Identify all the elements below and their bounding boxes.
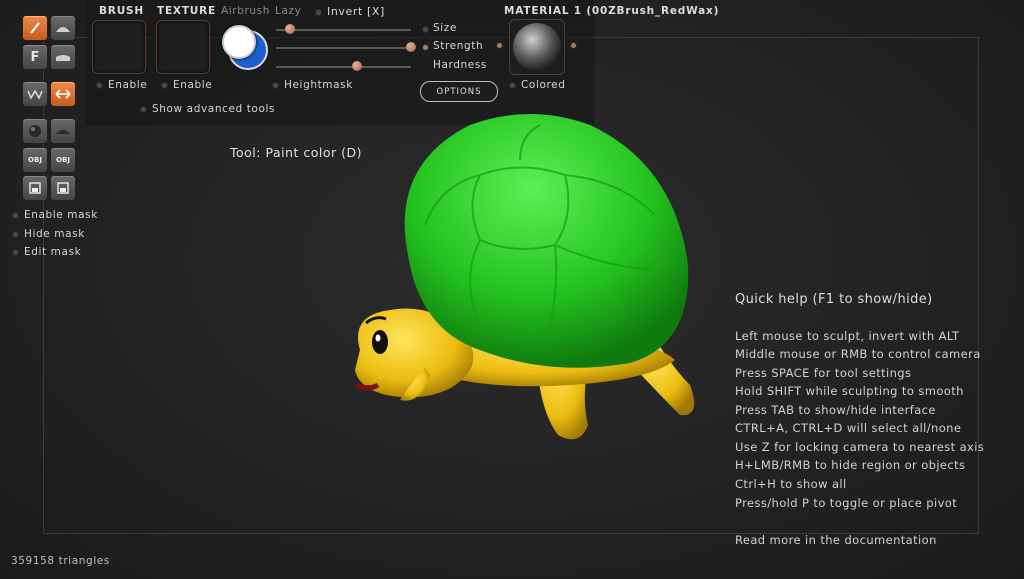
brush-header: BRUSH xyxy=(99,5,144,17)
brush-stroke-icon xyxy=(30,22,40,34)
hide-mask-checkbox[interactable] xyxy=(12,231,19,238)
colored-label: Colored xyxy=(521,79,566,91)
options-button[interactable]: OPTIONS xyxy=(420,81,498,102)
show-advanced-label: Show advanced tools xyxy=(152,103,276,115)
size-label: Size xyxy=(433,22,457,34)
heightmask-label: Heightmask xyxy=(284,79,353,91)
help-line: CTRL+A, CTRL+D will select all/none xyxy=(735,421,962,435)
enable-mask-label: Enable mask xyxy=(24,209,98,221)
mirror-button[interactable] xyxy=(50,81,76,107)
lazy-label[interactable]: Lazy xyxy=(275,5,301,17)
texture-slot[interactable] xyxy=(156,20,210,74)
symmetry-button[interactable] xyxy=(22,81,48,107)
hardness-label: Hardness xyxy=(433,59,487,71)
matcap-sphere-icon xyxy=(513,23,561,71)
save-as-icon xyxy=(57,182,69,194)
save-as-button[interactable] xyxy=(50,175,76,201)
texture-enable-checkbox[interactable] xyxy=(161,82,168,89)
brush-enable-checkbox[interactable] xyxy=(96,82,103,89)
quick-help-title: Quick help (F1 to show/hide) xyxy=(735,292,933,307)
symmetry-icon xyxy=(27,89,43,100)
help-line: Middle mouse or RMB to control camera xyxy=(735,347,981,361)
show-advanced-checkbox[interactable] xyxy=(140,106,147,113)
help-line: Use Z for locking camera to nearest axis xyxy=(735,440,985,454)
heightmask-checkbox[interactable] xyxy=(272,82,279,89)
brush-alpha-slot[interactable] xyxy=(92,20,146,74)
size-slider-track[interactable] xyxy=(276,29,411,31)
material-slot[interactable] xyxy=(509,19,565,75)
export-obj-button[interactable]: OBJ xyxy=(50,147,76,173)
obj-export-icon: OBJ xyxy=(56,156,70,164)
save-icon xyxy=(29,182,41,194)
edit-mask-checkbox[interactable] xyxy=(12,249,19,256)
f-label: F xyxy=(30,49,40,65)
strength-slider-knob[interactable] xyxy=(406,42,416,52)
arrows-horizontal-icon xyxy=(55,89,71,99)
import-obj-button[interactable]: OBJ xyxy=(22,147,48,173)
enable-mask-checkbox[interactable] xyxy=(12,212,19,219)
hide-mask-label: Hide mask xyxy=(24,228,85,240)
strength-pressure-toggle[interactable] xyxy=(422,44,429,51)
help-line: Left mouse to sculpt, invert with ALT xyxy=(735,329,960,343)
help-line: Ctrl+H to show all xyxy=(735,477,847,491)
documentation-link[interactable]: Read more in the documentation xyxy=(735,533,937,547)
strength-label: Strength xyxy=(433,40,484,52)
material-next-dot[interactable] xyxy=(570,42,577,49)
strength-slider-track[interactable] xyxy=(276,47,411,49)
help-line: Hold SHIFT while sculpting to smooth xyxy=(735,384,964,398)
brush-enable-label: Enable xyxy=(108,79,148,91)
texture-header: TEXTURE xyxy=(157,5,216,17)
invert-label: Invert [X] xyxy=(327,5,385,18)
flatten-tool-button[interactable] xyxy=(50,44,76,70)
colored-checkbox[interactable] xyxy=(509,82,516,89)
airbrush-label[interactable]: Airbrush xyxy=(221,5,270,17)
help-line: Press TAB to show/hide interface xyxy=(735,403,936,417)
help-line: Press/hold P to toggle or place pivot xyxy=(735,496,958,510)
dome-button[interactable] xyxy=(50,118,76,144)
brush-shape-icon xyxy=(56,27,70,32)
size-slider-knob[interactable] xyxy=(284,24,295,34)
hardness-slider-knob[interactable] xyxy=(352,61,362,71)
turtle-model[interactable] xyxy=(330,105,720,455)
paint-tool-button[interactable] xyxy=(22,15,48,41)
brush-shape-button[interactable] xyxy=(50,15,76,41)
triangle-count: 359158 triangles xyxy=(11,555,110,567)
help-line: H+LMB/RMB to hide region or objects xyxy=(735,458,966,472)
edit-mask-label: Edit mask xyxy=(24,246,82,258)
sphere-icon xyxy=(29,125,41,137)
invert-checkbox[interactable] xyxy=(315,9,322,16)
sphere-button[interactable] xyxy=(22,118,48,144)
save-button[interactable] xyxy=(22,175,48,201)
primary-color-swatch[interactable] xyxy=(222,25,256,59)
size-pressure-toggle[interactable] xyxy=(422,26,429,33)
hardness-slider-track[interactable] xyxy=(276,66,411,68)
dome-icon xyxy=(56,130,70,134)
material-header: MATERIAL 1 (00ZBrush_RedWax) xyxy=(504,5,720,17)
texture-enable-label: Enable xyxy=(173,79,213,91)
f-tool-button[interactable]: F xyxy=(22,44,48,70)
help-line: Press SPACE for tool settings xyxy=(735,366,912,380)
obj-import-icon: OBJ xyxy=(28,156,42,164)
flatten-icon xyxy=(56,55,70,61)
material-prev-dot[interactable] xyxy=(496,42,503,49)
